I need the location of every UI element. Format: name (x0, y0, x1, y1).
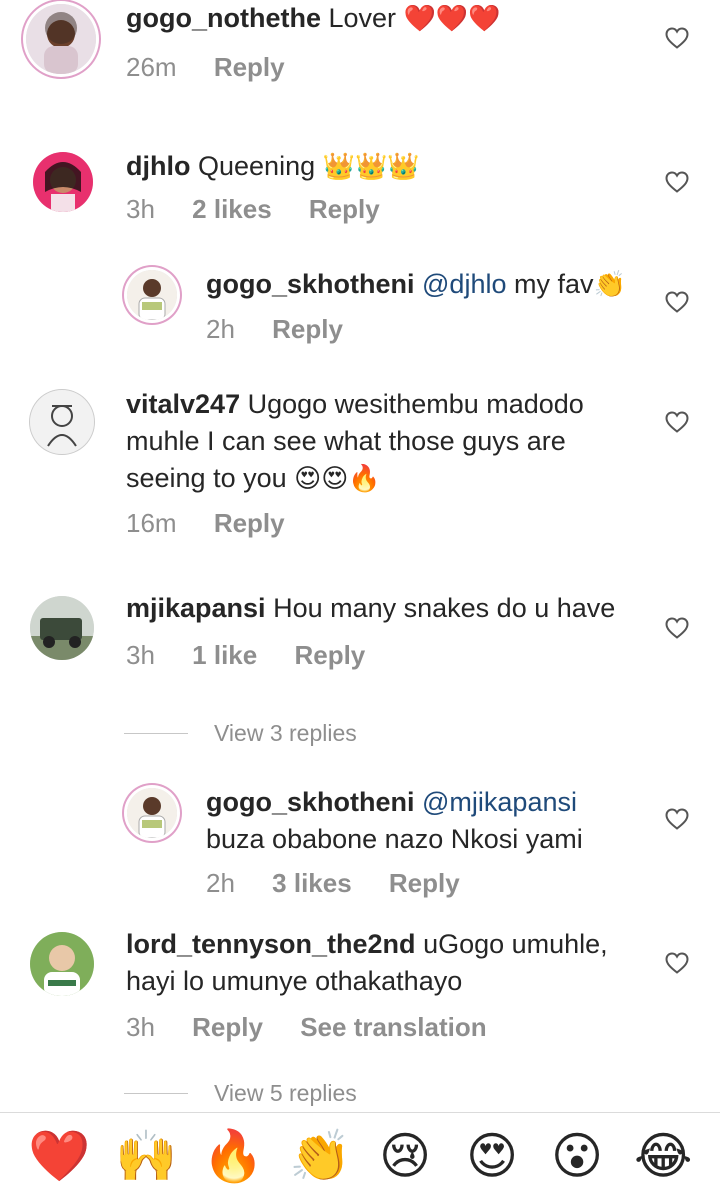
comment-line: buza obabone nazo Nkosi yami (206, 824, 583, 854)
timestamp: 3h (126, 194, 155, 224)
comment-emoji: 👑👑👑 (322, 151, 420, 181)
username[interactable]: gogo_nothethe (126, 3, 321, 33)
fire-emoji-button[interactable]: 🔥 (202, 1127, 264, 1185)
divider (124, 1093, 188, 1094)
avatar[interactable] (30, 390, 94, 454)
username[interactable]: vitalv247 (126, 389, 240, 419)
comment-text: gogo_nothethe Lover ❤️❤️❤️ (126, 0, 501, 37)
mention-link[interactable]: @djhlo (422, 269, 506, 299)
comment-text: mjikapansi Hou many snakes do u have (126, 590, 615, 627)
like-heart-icon[interactable] (665, 952, 689, 974)
reply-button[interactable]: Reply (294, 640, 365, 670)
comment-line: lord_tennyson_the2nd uGogo umuhle, (126, 926, 608, 963)
like-heart-icon[interactable] (665, 291, 689, 313)
timestamp: 2h (206, 868, 235, 898)
comment-emoji: 👏 (593, 269, 626, 299)
reply-button[interactable]: Reply (192, 1012, 263, 1042)
avatar[interactable] (127, 788, 177, 838)
timestamp: 26m (126, 52, 177, 82)
avatar[interactable] (26, 4, 96, 74)
reply-button[interactable]: Reply (272, 314, 343, 344)
username[interactable]: lord_tennyson_the2nd (126, 929, 416, 959)
divider (124, 733, 188, 734)
timestamp: 16m (126, 508, 177, 538)
comment-text: vitalv247 Ugogo wesithembu madodo muhle … (126, 386, 584, 497)
comment-line: muhle I can see what those guys are (126, 426, 566, 456)
clapping-hands-emoji-button[interactable]: 👏 (289, 1127, 351, 1185)
comment-body: my fav (514, 269, 594, 299)
emoji-reaction-bar: ❤️ 🙌 🔥 👏 😢 😍 😮 😂 (0, 1112, 720, 1193)
timestamp: 3h (126, 1012, 155, 1042)
comment-body: Hou many snakes do u have (273, 593, 616, 623)
red-heart-emoji-button[interactable]: ❤️ (28, 1127, 90, 1185)
like-heart-icon[interactable] (665, 171, 689, 193)
comment-text: gogo_skhotheni @mjikapansi buza obabone … (206, 784, 583, 858)
avatar[interactable] (127, 270, 177, 320)
comment-meta: 3h 1 like Reply (126, 640, 395, 671)
reply-button[interactable]: Reply (309, 194, 380, 224)
reply-button[interactable]: Reply (214, 508, 285, 538)
avatar[interactable] (30, 596, 94, 660)
comment-body: Lover (328, 3, 397, 33)
comment-body: uGogo umuhle, (423, 929, 608, 959)
comment-body: Ugogo wesithembu madodo (247, 389, 584, 419)
view-replies-label: View 3 replies (214, 720, 357, 746)
comment-emoji: 😍😍🔥 (294, 463, 381, 493)
like-heart-icon[interactable] (665, 411, 689, 433)
like-heart-icon[interactable] (665, 27, 689, 49)
raising-hands-emoji-button[interactable]: 🙌 (115, 1127, 177, 1185)
username[interactable]: djhlo (126, 151, 190, 181)
view-replies-button[interactable]: View 5 replies (124, 1080, 357, 1107)
view-replies-button[interactable]: View 3 replies (124, 720, 357, 747)
comment-line: seeing to you 😍😍🔥 (126, 460, 584, 497)
mention-link[interactable]: @mjikapansi (422, 787, 577, 817)
like-heart-icon[interactable] (665, 617, 689, 639)
reply-button[interactable]: Reply (389, 868, 460, 898)
comment-emoji: ❤️❤️❤️ (403, 3, 501, 33)
comment-text: gogo_skhotheni @djhlo my fav👏 (206, 266, 626, 303)
comment-text: lord_tennyson_the2nd uGogo umuhle, hayi … (126, 926, 608, 1000)
heart-eyes-emoji-button[interactable]: 😍 (463, 1127, 521, 1185)
avatar[interactable] (30, 932, 94, 996)
like-heart-icon[interactable] (665, 808, 689, 830)
likes-count[interactable]: 2 likes (192, 194, 272, 224)
comment-line: vitalv247 Ugogo wesithembu madodo (126, 386, 584, 423)
view-replies-label: View 5 replies (214, 1080, 357, 1106)
see-translation-button[interactable]: See translation (300, 1012, 486, 1042)
comment-line: hayi lo umunye othakathayo (126, 966, 463, 996)
comment-meta: 16m Reply (126, 508, 315, 539)
username[interactable]: gogo_skhotheni (206, 269, 415, 299)
comment-line: gogo_skhotheni @mjikapansi (206, 784, 583, 821)
comment-text: djhlo Queening 👑👑👑 (126, 148, 420, 185)
comment-body: Queening (198, 151, 316, 181)
timestamp: 3h (126, 640, 155, 670)
avatar[interactable] (33, 152, 93, 212)
tears-of-joy-emoji-button[interactable]: 😂 (634, 1127, 692, 1185)
comment-meta: 3h 2 likes Reply (126, 194, 410, 225)
comment-body: seeing to you (126, 463, 287, 493)
likes-count[interactable]: 1 like (192, 640, 257, 670)
username[interactable]: gogo_skhotheni (206, 787, 415, 817)
surprised-face-emoji-button[interactable]: 😮 (548, 1127, 606, 1185)
likes-count[interactable]: 3 likes (272, 868, 352, 898)
timestamp: 2h (206, 314, 235, 344)
comment-meta: 26m Reply (126, 52, 315, 83)
comment-meta: 2h 3 likes Reply (206, 868, 490, 899)
comment-meta: 3h Reply See translation (126, 1012, 517, 1043)
username[interactable]: mjikapansi (126, 593, 266, 623)
reply-button[interactable]: Reply (214, 52, 285, 82)
crying-face-emoji-button[interactable]: 😢 (376, 1127, 434, 1185)
comment-meta: 2h Reply (206, 314, 373, 345)
